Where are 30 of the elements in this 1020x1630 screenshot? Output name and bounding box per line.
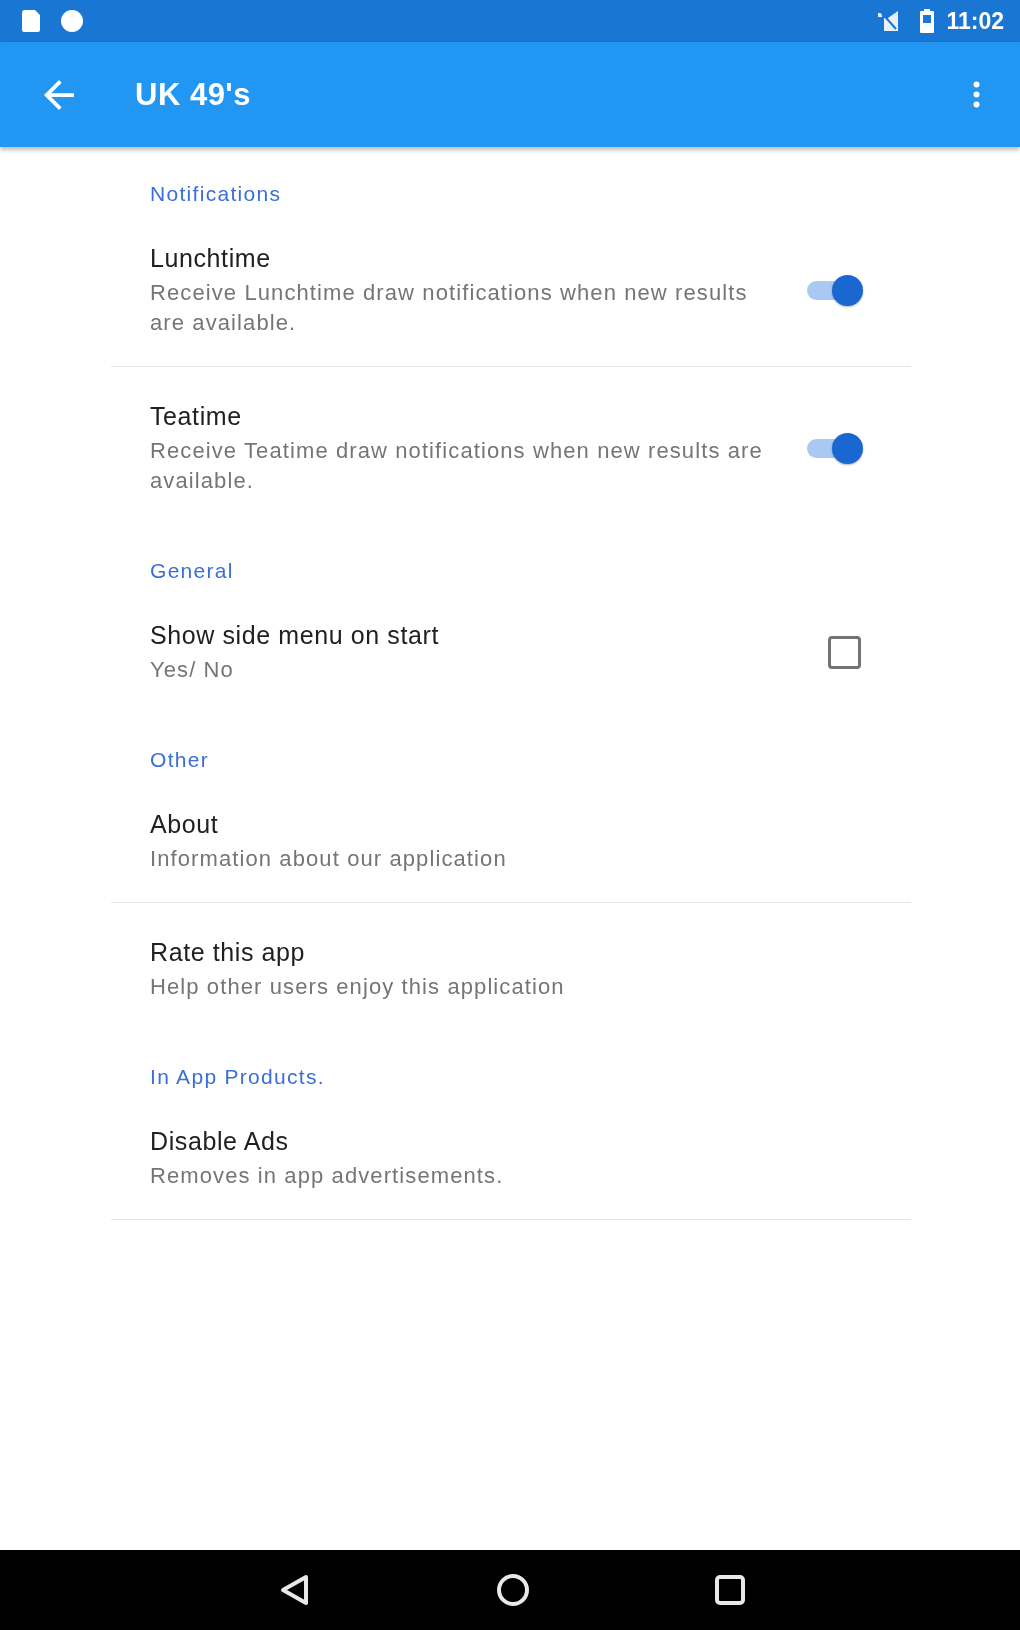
overflow-menu-icon[interactable] [973, 81, 980, 108]
preference-summary: Receive Teatime draw notifications when new results are available. [150, 437, 764, 495]
preference-title: Rate this app [150, 937, 306, 967]
section-header: Other [150, 748, 210, 772]
sd-card-icon [22, 10, 40, 32]
preference-summary: Removes in app advertisements. [150, 1162, 504, 1190]
circle-icon [61, 10, 83, 32]
section-header: Notifications [150, 182, 282, 206]
toggle-switch[interactable] [805, 275, 863, 306]
toggle-switch[interactable] [805, 433, 863, 464]
preference-title: Teatime [150, 401, 242, 431]
preference-summary: Help other users enjoy this application [150, 973, 565, 1001]
back-icon[interactable] [279, 1574, 309, 1606]
preference-summary: Yes/ No [150, 656, 234, 684]
preference-title: Disable Ads [150, 1126, 289, 1156]
section-header: In App Products. [150, 1065, 325, 1089]
checkbox[interactable] [828, 636, 861, 669]
preference-summary: Receive Lunchtime draw notifications when new results are available. [150, 279, 749, 337]
status-time: 11:02 [946, 8, 1004, 34]
home-icon[interactable] [496, 1573, 530, 1607]
square-icon[interactable] [714, 1574, 746, 1606]
app-title: UK 49's [135, 75, 251, 114]
section-header: General [150, 559, 234, 583]
battery-icon [920, 9, 935, 33]
signal-icon [876, 9, 901, 33]
back-arrow-icon[interactable] [44, 79, 74, 110]
preference-title: Lunchtime [150, 243, 271, 273]
preference-title: About [150, 809, 219, 839]
preference-summary: Information about our application [150, 845, 507, 873]
preference-title: Show side menu on start [150, 620, 439, 650]
